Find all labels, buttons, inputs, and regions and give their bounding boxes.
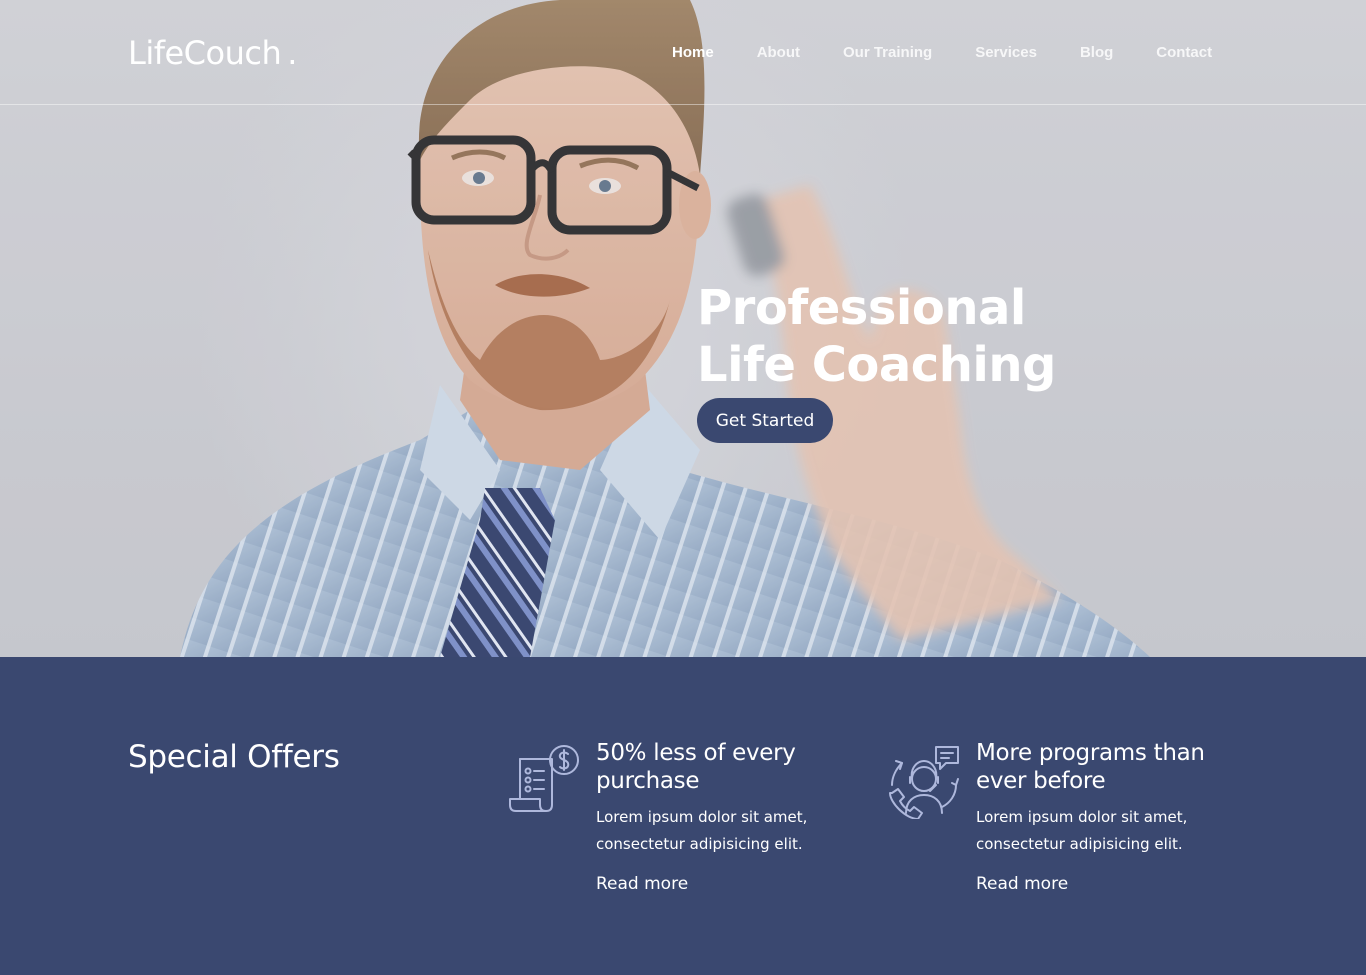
nav-blog[interactable]: Blog: [1080, 44, 1113, 61]
special-offers-section: Special Offers 50% less of every purchas…: [0, 657, 1366, 975]
offer-card: 50% less of every purchase Lorem ipsum d…: [596, 739, 896, 894]
read-more-link[interactable]: Read more: [976, 874, 1068, 894]
hero-section: LifeCouch. Home About Our Training Servi…: [0, 0, 1366, 657]
invoice-dollar-icon: [509, 745, 579, 812]
nav-contact[interactable]: Contact: [1156, 44, 1212, 61]
get-started-button[interactable]: Get Started: [697, 398, 833, 443]
offer-text: Lorem ipsum dolor sit amet, consectetur …: [596, 808, 808, 853]
offer-card: More programs than ever before Lorem ips…: [976, 739, 1276, 894]
hero-title: Professional Life Coaching: [697, 280, 1056, 393]
nav-our-training[interactable]: Our Training: [843, 44, 932, 61]
offer-heading: 50% less of every purchase: [596, 740, 796, 794]
support-agent-icon: [889, 746, 959, 819]
logo-dot: .: [287, 34, 297, 72]
logo-text: LifeCouch: [128, 34, 282, 72]
read-more-link[interactable]: Read more: [596, 874, 688, 894]
nav-home[interactable]: Home: [672, 44, 714, 61]
main-nav: Home About Our Training Services Blog Co…: [672, 44, 1212, 61]
navbar: LifeCouch. Home About Our Training Servi…: [0, 0, 1366, 105]
nav-services[interactable]: Services: [975, 44, 1037, 61]
site-logo[interactable]: LifeCouch.: [128, 34, 297, 72]
offer-text: Lorem ipsum dolor sit amet, consectetur …: [976, 808, 1188, 853]
nav-about[interactable]: About: [757, 44, 800, 61]
special-offers-title: Special Offers: [128, 739, 340, 775]
offer-heading: More programs than ever before: [976, 740, 1205, 794]
